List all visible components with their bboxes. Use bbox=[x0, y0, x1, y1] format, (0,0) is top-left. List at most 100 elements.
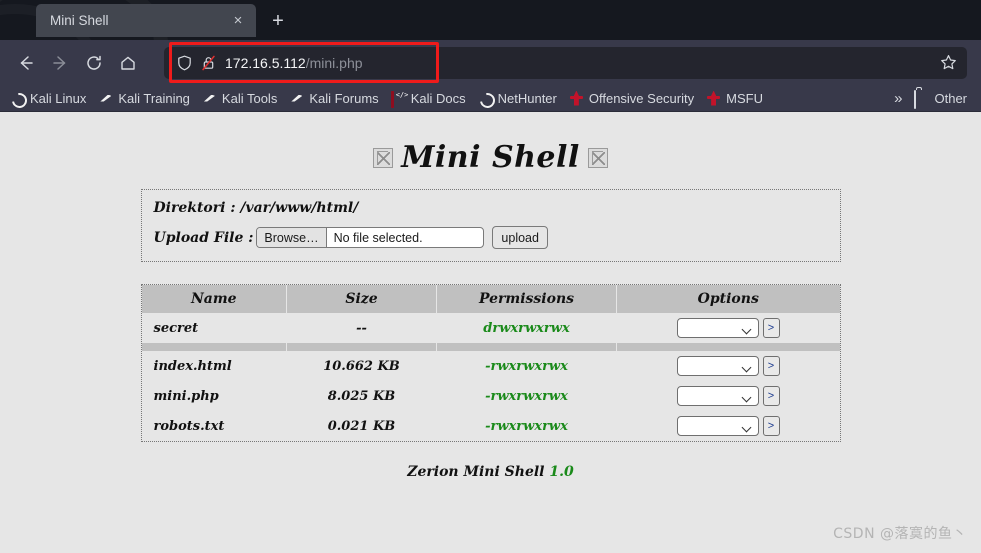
folder-icon bbox=[914, 89, 929, 109]
close-icon[interactable]: × bbox=[228, 11, 248, 31]
address-bar-container: 172.16.5.112/mini.php bbox=[164, 41, 967, 83]
reload-icon bbox=[87, 55, 101, 70]
bookmark-label: Kali Tools bbox=[221, 90, 278, 106]
table-row: index.html 10.662 KB -rwxrwxrwx > bbox=[142, 351, 840, 381]
column-header-name: Name bbox=[141, 285, 287, 313]
url-path: /mini.php bbox=[305, 54, 363, 71]
footer-version: 1.0 bbox=[549, 464, 574, 480]
bookmark-offensive-security[interactable]: Offensive Security bbox=[565, 89, 700, 108]
shield-icon[interactable] bbox=[172, 55, 196, 71]
file-name[interactable]: mini.php bbox=[142, 381, 287, 411]
bookmarks-overflow-icon[interactable]: » bbox=[886, 90, 910, 107]
tab-title: Mini Shell bbox=[50, 13, 109, 28]
options-select[interactable] bbox=[676, 356, 759, 376]
page-title: Mini Shell bbox=[0, 112, 981, 175]
reload-button[interactable] bbox=[78, 47, 110, 79]
new-tab-button[interactable]: + bbox=[266, 9, 290, 33]
options-select[interactable] bbox=[676, 318, 759, 338]
home-button[interactable] bbox=[112, 47, 144, 79]
bookmark-msfu[interactable]: MSFU bbox=[702, 89, 769, 108]
footer-text: Zerion Mini Shell bbox=[407, 464, 550, 480]
back-arrow-icon bbox=[20, 55, 33, 70]
bookmark-kali-linux[interactable]: Kali Linux bbox=[6, 89, 92, 108]
browse-button[interactable]: Browse… bbox=[257, 228, 327, 247]
browser-tab[interactable]: Mini Shell × bbox=[36, 4, 256, 37]
tab-strip: Mini Shell × + bbox=[0, 0, 981, 40]
options-select[interactable] bbox=[676, 386, 759, 406]
bookmark-label: Kali Linux bbox=[30, 90, 87, 106]
kali-blue-icon bbox=[202, 91, 217, 106]
file-size: -- bbox=[356, 320, 367, 336]
go-button[interactable]: > bbox=[762, 386, 780, 406]
bookmark-label: Offensive Security bbox=[588, 90, 695, 106]
browser-window: Mini Shell × + 172.16.5.112/mini.php Kal… bbox=[0, 0, 981, 553]
sword-icon bbox=[706, 91, 721, 106]
upload-form: Upload File : Browse… No file selected. … bbox=[154, 226, 828, 249]
forward-button[interactable] bbox=[44, 47, 76, 79]
broken-image-icon-left bbox=[373, 147, 394, 168]
sword-icon bbox=[569, 91, 584, 106]
go-button[interactable]: > bbox=[762, 318, 780, 338]
page-title-text: Mini Shell bbox=[401, 140, 580, 175]
bookmarks-bar: Kali Linux Kali Training Kali Tools Kali… bbox=[0, 85, 981, 112]
bookmark-kali-docs[interactable]: Kali Docs bbox=[387, 89, 472, 108]
go-button[interactable]: > bbox=[762, 356, 780, 376]
back-button[interactable] bbox=[10, 47, 42, 79]
table-row: robots.txt 0.021 KB -rwxrwxrwx > bbox=[142, 411, 840, 441]
upload-button[interactable]: upload bbox=[492, 226, 548, 249]
file-options: > bbox=[617, 381, 840, 411]
star-icon[interactable] bbox=[935, 50, 961, 76]
address-bar[interactable]: 172.16.5.112/mini.php bbox=[164, 46, 967, 79]
broken-image-icon-right bbox=[587, 147, 608, 168]
file-options: > bbox=[617, 351, 840, 381]
kali-blue-icon bbox=[98, 91, 113, 106]
home-icon bbox=[121, 56, 135, 70]
bookmark-label: Kali Forums bbox=[309, 90, 379, 106]
column-header-permissions: Permissions bbox=[436, 285, 617, 313]
bookmark-kali-training[interactable]: Kali Training bbox=[94, 89, 196, 108]
file-size: 10.662 KB bbox=[323, 358, 400, 374]
file-list-container: Name Size Permissions Options secret -- … bbox=[140, 284, 841, 442]
file-name[interactable]: secret bbox=[142, 313, 287, 343]
go-button[interactable]: > bbox=[762, 416, 780, 436]
forward-arrow-icon bbox=[53, 55, 66, 70]
kali-dragon-icon bbox=[478, 91, 493, 106]
file-permissions: -rwxrwxrwx bbox=[485, 358, 568, 374]
bookmark-kali-tools[interactable]: Kali Tools bbox=[198, 89, 283, 108]
navigation-toolbar: 172.16.5.112/mini.php bbox=[0, 40, 981, 85]
page-footer: Zerion Mini Shell 1.0 bbox=[0, 464, 981, 480]
file-options: > bbox=[617, 411, 840, 441]
file-list-table: Name Size Permissions Options secret -- … bbox=[141, 285, 840, 441]
bookmark-label: Kali Training bbox=[118, 90, 190, 106]
table-header-row: Name Size Permissions Options bbox=[141, 285, 840, 313]
bookmark-nethunter[interactable]: NetHunter bbox=[474, 89, 563, 108]
bookmark-label: NetHunter bbox=[497, 90, 557, 106]
file-input[interactable]: Browse… No file selected. bbox=[256, 227, 485, 248]
file-permissions: -rwxrwxrwx bbox=[485, 418, 568, 434]
url-host: 172.16.5.112 bbox=[225, 54, 306, 71]
bookmark-label: Kali Docs bbox=[410, 90, 466, 106]
table-row: mini.php 8.025 KB -rwxrwxrwx > bbox=[142, 381, 840, 411]
file-permissions: -rwxrwxrwx bbox=[485, 388, 568, 404]
bookmark-kali-forums[interactable]: Kali Forums bbox=[285, 89, 384, 108]
file-size: 8.025 KB bbox=[327, 388, 396, 404]
column-header-options: Options bbox=[616, 285, 840, 313]
kali-blue-icon bbox=[289, 91, 304, 106]
table-row: secret -- drwxrwxrwx > bbox=[142, 313, 840, 343]
bookmark-label: MSFU bbox=[726, 90, 763, 106]
watermark: CSDN @落寞的鱼丶 bbox=[833, 526, 967, 542]
file-name[interactable]: index.html bbox=[142, 351, 287, 381]
page-content: Mini Shell Direktori : /var/www/html/ Up… bbox=[0, 112, 981, 553]
file-options: > bbox=[617, 313, 840, 343]
directory-label: Direktori : /var/www/html/ bbox=[153, 200, 359, 216]
kali-book-icon bbox=[390, 90, 406, 108]
file-name[interactable]: robots.txt bbox=[142, 411, 287, 441]
upload-file-label: Upload File : bbox=[153, 229, 254, 246]
file-size: 0.021 KB bbox=[327, 418, 396, 434]
broken-lock-icon[interactable] bbox=[196, 55, 220, 71]
other-bookmarks-label: Other bbox=[934, 90, 967, 106]
file-permissions: drwxrwxrwx bbox=[483, 320, 570, 336]
file-status-text: No file selected. bbox=[333, 230, 423, 245]
options-select[interactable] bbox=[676, 416, 759, 436]
other-bookmarks-button[interactable]: Other bbox=[910, 89, 973, 109]
